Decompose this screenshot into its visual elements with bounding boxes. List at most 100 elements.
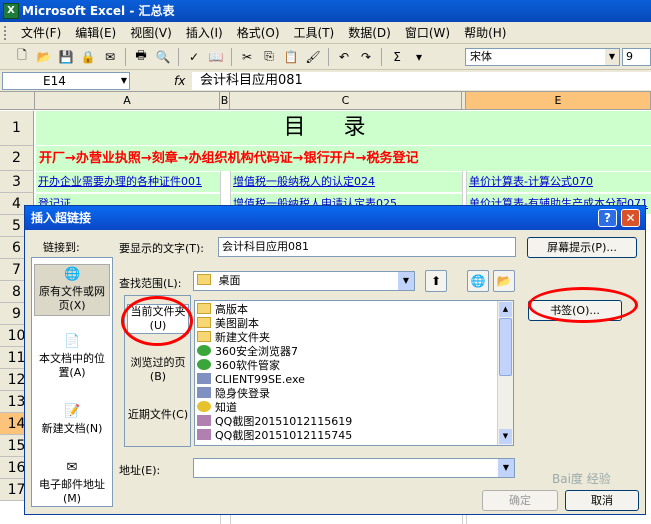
list-item[interactable]: 360软件管家 [197, 359, 280, 372]
select-all-corner[interactable] [0, 92, 35, 110]
toolbar-separator [328, 47, 329, 66]
image-file-icon [197, 429, 211, 440]
toolbar-separator [178, 47, 179, 66]
menu-window[interactable]: 窗口(W) [398, 23, 457, 43]
list-item[interactable]: QQ截图20151012115745 [197, 429, 352, 442]
research-icon[interactable]: 📖 [206, 47, 226, 67]
link-to-new-document[interactable]: 📝 新建文档(N) [34, 402, 110, 442]
format-painter-icon[interactable]: 🖌 [303, 47, 323, 67]
list-item[interactable]: 知道 [197, 401, 237, 414]
address-input[interactable]: ▼ [193, 458, 515, 478]
font-name-value: 宋体 [470, 50, 492, 63]
email-send-icon[interactable]: ✉ [100, 47, 120, 67]
row-header[interactable]: 3 [0, 171, 34, 193]
help-button[interactable]: ? [598, 209, 617, 227]
chevron-down-icon[interactable]: ▾ [409, 47, 429, 67]
open-folder-icon[interactable]: 📂 [34, 47, 54, 67]
scroll-down-icon[interactable]: ▼ [499, 429, 512, 444]
file-name: 高版本 [215, 303, 248, 316]
column-header-a[interactable]: A [35, 92, 220, 110]
file-name: 360安全浏览器7 [215, 345, 298, 358]
list-item[interactable]: 高版本 [197, 303, 248, 316]
screen-tip-button[interactable]: 屏幕提示(P)... [527, 237, 637, 258]
menu-edit[interactable]: 编辑(E) [68, 23, 123, 43]
link-to-place-label: 本文档中的位置(A) [39, 352, 105, 379]
hyperlink-cell[interactable]: 单价计算表-计算公式070 [467, 172, 651, 192]
column-header-e[interactable]: E [466, 92, 651, 110]
menu-bar: 文件(F) 编辑(E) 视图(V) 插入(I) 格式(O) 工具(T) 数据(D… [0, 22, 651, 44]
up-folder-icon[interactable]: ⬆ [425, 270, 447, 292]
process-flow-cell[interactable]: 开厂→办营业执照→刻章→办组织机构代码证→银行开户→税务登记 [36, 146, 651, 171]
executable-icon [197, 373, 211, 384]
list-item[interactable]: QQ截图20151012115619 [197, 415, 352, 428]
redo-icon[interactable]: ↷ [356, 47, 376, 67]
browse-file-icon[interactable]: 📂 [493, 270, 515, 292]
save-icon[interactable]: 💾 [56, 47, 76, 67]
menu-view[interactable]: 视图(V) [123, 23, 179, 43]
recent-files-tab[interactable]: 近期文件(C) [127, 408, 189, 438]
menu-insert[interactable]: 插入(I) [179, 23, 230, 43]
folder-icon [197, 317, 211, 328]
menu-data[interactable]: 数据(D) [341, 23, 398, 43]
file-list[interactable]: 高版本 美图副本 新建文件夹 360安全浏览器7 360软件管家 CLIENT9… [194, 300, 514, 446]
display-text-input[interactable]: 会计科目应用081 [218, 237, 516, 257]
list-item[interactable]: CLIENT99SE.exe [197, 373, 305, 386]
list-item[interactable]: 美图副本 [197, 317, 259, 330]
name-box[interactable]: E14 ▼ [2, 72, 130, 90]
hyperlink-cell[interactable]: 开办企业需要办理的各种证件001 [36, 172, 220, 192]
new-file-icon[interactable]: 🗋 [12, 47, 32, 67]
file-name: 隐身侠登录 [215, 387, 270, 400]
chevron-down-icon[interactable]: ▼ [498, 459, 514, 477]
toolbar-separator [381, 47, 382, 66]
font-size-select[interactable]: 9 [622, 48, 651, 66]
ok-button[interactable]: 确定 [482, 490, 558, 511]
hyperlink-cell[interactable]: 增值税一般纳税人的认定024 [231, 172, 462, 192]
cut-icon[interactable]: ✂ [237, 47, 257, 67]
column-header-b[interactable]: B [220, 92, 230, 110]
toolbar-grip[interactable] [4, 26, 8, 40]
undo-icon[interactable]: ↶ [334, 47, 354, 67]
cancel-button[interactable]: 取消 [565, 490, 639, 511]
file-name: 知道 [215, 401, 237, 414]
chevron-down-icon[interactable]: ▼ [605, 49, 619, 65]
chevron-down-icon[interactable]: ▼ [398, 272, 414, 290]
print-icon[interactable]: 🖶 [131, 47, 151, 67]
print-preview-icon[interactable]: 🔍 [153, 47, 173, 67]
folder-icon [197, 331, 211, 342]
row-header[interactable]: 1 [0, 111, 34, 146]
link-to-panel: 🌐 原有文件或网页(X) 📄 本文档中的位置(A) 📝 新建文档(N) ✉ 电子… [31, 257, 113, 507]
chevron-down-icon[interactable]: ▼ [121, 73, 127, 89]
list-item[interactable]: 新建文件夹 [197, 331, 270, 344]
file-list-scrollbar[interactable]: ▲ ▼ [497, 301, 513, 445]
permission-icon[interactable]: 🔒 [78, 47, 98, 67]
sheet-title-cell[interactable]: 目录 [36, 111, 651, 145]
menu-help[interactable]: 帮助(H) [457, 23, 513, 43]
list-item[interactable]: 隐身侠登录 [197, 387, 270, 400]
autosum-icon[interactable]: Σ [387, 47, 407, 67]
scroll-up-icon[interactable]: ▲ [499, 302, 512, 317]
scrollbar-thumb[interactable] [499, 318, 512, 376]
close-button[interactable]: ✕ [621, 209, 640, 227]
paste-icon[interactable]: 📋 [281, 47, 301, 67]
document-place-icon: 📄 [64, 334, 81, 349]
link-to-new-document-label: 新建文档(N) [41, 422, 103, 435]
copy-icon[interactable]: ⎘ [259, 47, 279, 67]
menu-tools[interactable]: 工具(T) [287, 23, 342, 43]
web-page-icon: 🌐 [64, 267, 81, 282]
file-name: 美图副本 [215, 317, 259, 330]
insert-function-icon[interactable]: fx [174, 72, 185, 90]
row-header[interactable]: 2 [0, 146, 34, 171]
menu-format[interactable]: 格式(O) [230, 23, 287, 43]
list-item[interactable]: 360安全浏览器7 [197, 345, 298, 358]
browse-web-icon[interactable]: 🌐 [467, 270, 489, 292]
formula-input[interactable]: 会计科目应用081 [192, 72, 651, 90]
browsed-pages-tab[interactable]: 浏览过的页(B) [127, 356, 189, 386]
font-name-select[interactable]: 宋体 ▼ [465, 48, 620, 66]
link-to-place-in-document[interactable]: 📄 本文档中的位置(A) [34, 332, 110, 380]
link-to-existing-file[interactable]: 🌐 原有文件或网页(X) [34, 264, 110, 316]
menu-file[interactable]: 文件(F) [14, 23, 68, 43]
link-to-email-address[interactable]: ✉ 电子邮件地址(M) [34, 458, 110, 505]
look-in-select[interactable]: 桌面 ▼ [193, 271, 415, 291]
spelling-icon[interactable]: ✓ [184, 47, 204, 67]
column-header-c[interactable]: C [230, 92, 462, 110]
